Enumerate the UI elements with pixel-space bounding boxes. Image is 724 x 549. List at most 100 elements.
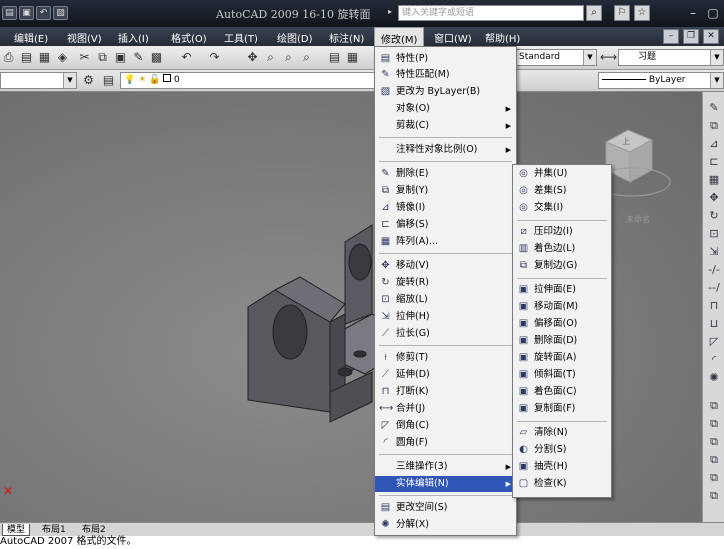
menu-item-chamfer[interactable]: ◸ 倒角(C)	[375, 418, 516, 434]
search-arrow-icon[interactable]: ▸	[388, 7, 392, 16]
menu-help[interactable]: 帮助(H)	[485, 30, 520, 45]
menu-item-copy-edges[interactable]: ⧉ 复制边(G)	[513, 258, 611, 274]
menu-item-bylayer[interactable]: ▧ 更改为 ByLayer(B)	[375, 84, 516, 100]
workspace-settings-icon[interactable]: ⚙	[80, 72, 97, 89]
chevron-down-icon[interactable]: ▼	[63, 73, 76, 88]
menu-item-color-faces[interactable]: ▣ 着色面(C)	[513, 384, 611, 400]
menu-item-extend[interactable]: ⟋ 延伸(D)	[375, 367, 516, 383]
minimize-icon[interactable]: –	[684, 4, 702, 22]
menu-item-trim[interactable]: ⟊ 修剪(T)	[375, 350, 516, 366]
menu-view[interactable]: 视图(V)	[67, 30, 102, 45]
help-search-input[interactable]: 键入关键字或短语	[398, 5, 584, 21]
menu-item-move[interactable]: ✥ 移动(V)	[375, 258, 516, 274]
open-icon[interactable]: ▧	[53, 6, 68, 20]
new-icon[interactable]: ▤	[2, 6, 17, 20]
menu-item-offset[interactable]: ⊏ 偏移(S)	[375, 217, 516, 233]
menu-item-fillet[interactable]: ◜ 圆角(F)	[375, 435, 516, 451]
menu-item-color-edges[interactable]: ▥ 着色边(L)	[513, 241, 611, 257]
menu-item-scale[interactable]: ⊡ 缩放(L)	[375, 292, 516, 308]
chevron-down-icon[interactable]: ▼	[583, 50, 596, 65]
menu-item-delete-faces[interactable]: ▣ 删除面(D)	[513, 333, 611, 349]
move-tb-icon[interactable]: ✥	[706, 190, 722, 205]
erase-tb-icon[interactable]: ✎	[706, 100, 722, 115]
array-tb-icon[interactable]: ▦	[706, 172, 722, 187]
menu-item-break[interactable]: ⊓ 打断(K)	[375, 384, 516, 400]
draworder-tb-icon[interactable]: ⧉	[706, 398, 722, 413]
explode-tb-icon[interactable]: ✺	[706, 370, 722, 385]
trim-tb-icon[interactable]: -/-	[706, 262, 722, 277]
menu-item-extrude-faces[interactable]: ▣ 拉伸面(E)	[513, 282, 611, 298]
chamfer-tb-icon[interactable]: ◸	[706, 334, 722, 349]
menu-item-array[interactable]: ▦ 阵列(A)...	[375, 234, 516, 250]
doc-restore-icon[interactable]: ❐	[683, 29, 699, 44]
menu-item-rotate[interactable]: ↻ 旋转(R)	[375, 275, 516, 291]
copy-clip-icon[interactable]: ⧉	[94, 49, 111, 66]
layer-select[interactable]: 💡 ☀ 🔓 0	[120, 72, 375, 89]
menu-window[interactable]: 窗口(W)	[434, 30, 472, 45]
chevron-down-icon[interactable]: ▼	[710, 50, 723, 65]
command-line[interactable]: AutoCAD 2007 格式的文件。	[0, 536, 724, 549]
star-group-icon[interactable]: ⚐	[614, 5, 630, 21]
stretch-tb-icon[interactable]: ⇲	[706, 244, 722, 259]
draworder3-tb-icon[interactable]: ⧉	[706, 434, 722, 449]
menu-item-offset-faces[interactable]: ▣ 偏移面(O)	[513, 316, 611, 332]
menu-item-imprint[interactable]: ⧄ 压印边(I)	[513, 224, 611, 240]
redo-tb-icon[interactable]: ↷	[206, 49, 223, 66]
menu-item-3d-operations[interactable]: 三维操作(3) ▶	[375, 459, 516, 475]
mirror-tb-icon[interactable]: ⊿	[706, 136, 722, 151]
publish-icon[interactable]: ▦	[36, 49, 53, 66]
block-editor-icon[interactable]: ▩	[148, 49, 165, 66]
menu-item-separate[interactable]: ◐ 分割(S)	[513, 442, 611, 458]
tab-model[interactable]: 模型	[2, 524, 31, 536]
menu-tools[interactable]: 工具(T)	[224, 30, 258, 45]
menu-item-clip[interactable]: 剪裁(C) ▶	[375, 118, 516, 134]
design-center-icon[interactable]: ▦	[344, 49, 361, 66]
rotate-tb-icon[interactable]: ↻	[706, 208, 722, 223]
menu-item-solid-editing[interactable]: 实体编辑(N) ▶	[375, 476, 516, 492]
draworder5-tb-icon[interactable]: ⧉	[706, 470, 722, 485]
menu-insert[interactable]: 插入(I)	[118, 30, 149, 45]
menu-item-match-properties[interactable]: ✎ 特性匹配(M)	[375, 67, 516, 83]
menu-format[interactable]: 格式(O)	[171, 30, 207, 45]
menu-item-clean[interactable]: ▱ 清除(N)	[513, 425, 611, 441]
menu-item-check[interactable]: ▢ 检查(K)	[513, 476, 611, 492]
pan-icon[interactable]: ✥	[244, 49, 261, 66]
menu-item-copy[interactable]: ⧉ 复制(Y)	[375, 183, 516, 199]
plot-icon[interactable]: ⎙	[0, 49, 17, 66]
tab-layout2[interactable]: 布局2	[78, 524, 110, 536]
draworder2-tb-icon[interactable]: ⧉	[706, 416, 722, 431]
favorites-icon[interactable]: ☆	[634, 5, 650, 21]
doc-minimize-icon[interactable]: –	[663, 29, 679, 44]
scale-tb-icon[interactable]: ⊡	[706, 226, 722, 241]
match-icon[interactable]: ✎	[130, 49, 147, 66]
menu-item-subtract[interactable]: ◎ 差集(S)	[513, 183, 611, 199]
extend-tb-icon[interactable]: --/	[706, 280, 722, 295]
zoom-realtime-icon[interactable]: ⌕	[262, 49, 279, 66]
menu-dimension[interactable]: 标注(N)	[329, 30, 364, 45]
chevron-down-icon[interactable]: ▼	[710, 73, 723, 88]
menu-item-intersect[interactable]: ◎ 交集(I)	[513, 200, 611, 216]
menu-item-move-faces[interactable]: ▣ 移动面(M)	[513, 299, 611, 315]
preview-icon[interactable]: ▤	[18, 49, 35, 66]
paste-icon[interactable]: ▣	[112, 49, 129, 66]
draworder6-tb-icon[interactable]: ⧉	[706, 488, 722, 503]
menu-item-explode[interactable]: ✺ 分解(X)	[375, 517, 516, 533]
undo-tb-icon[interactable]: ↶	[178, 49, 195, 66]
3d-dwf-icon[interactable]: ◈	[54, 49, 71, 66]
menu-item-join[interactable]: ⟷ 合并(J)	[375, 401, 516, 417]
join-tb-icon[interactable]: ⊔	[706, 316, 722, 331]
menu-edit[interactable]: 编辑(E)	[14, 30, 48, 45]
menu-modify[interactable]: 修改(M)	[374, 27, 425, 46]
copy-tb-icon[interactable]: ⧉	[706, 118, 722, 133]
zoom-window-icon[interactable]: ⌕	[280, 49, 297, 66]
menu-item-union[interactable]: ◎ 并集(U)	[513, 166, 611, 182]
menu-item-object[interactable]: 对象(O) ▶	[375, 101, 516, 117]
workspace-select[interactable]: ▼	[0, 72, 77, 89]
menu-item-change-space[interactable]: ▤ 更改空间(S)	[375, 500, 516, 516]
menu-item-taper-faces[interactable]: ▣ 倾斜面(T)	[513, 367, 611, 383]
fillet-tb-icon[interactable]: ◜	[706, 352, 722, 367]
text-style-select[interactable]: Standard ▼	[515, 49, 597, 66]
dim-style-select[interactable]: 习题 ▼	[618, 49, 724, 66]
menu-item-properties[interactable]: ▤ 特性(P)	[375, 51, 516, 67]
menu-item-mirror[interactable]: ⊿ 镜像(I)	[375, 200, 516, 216]
